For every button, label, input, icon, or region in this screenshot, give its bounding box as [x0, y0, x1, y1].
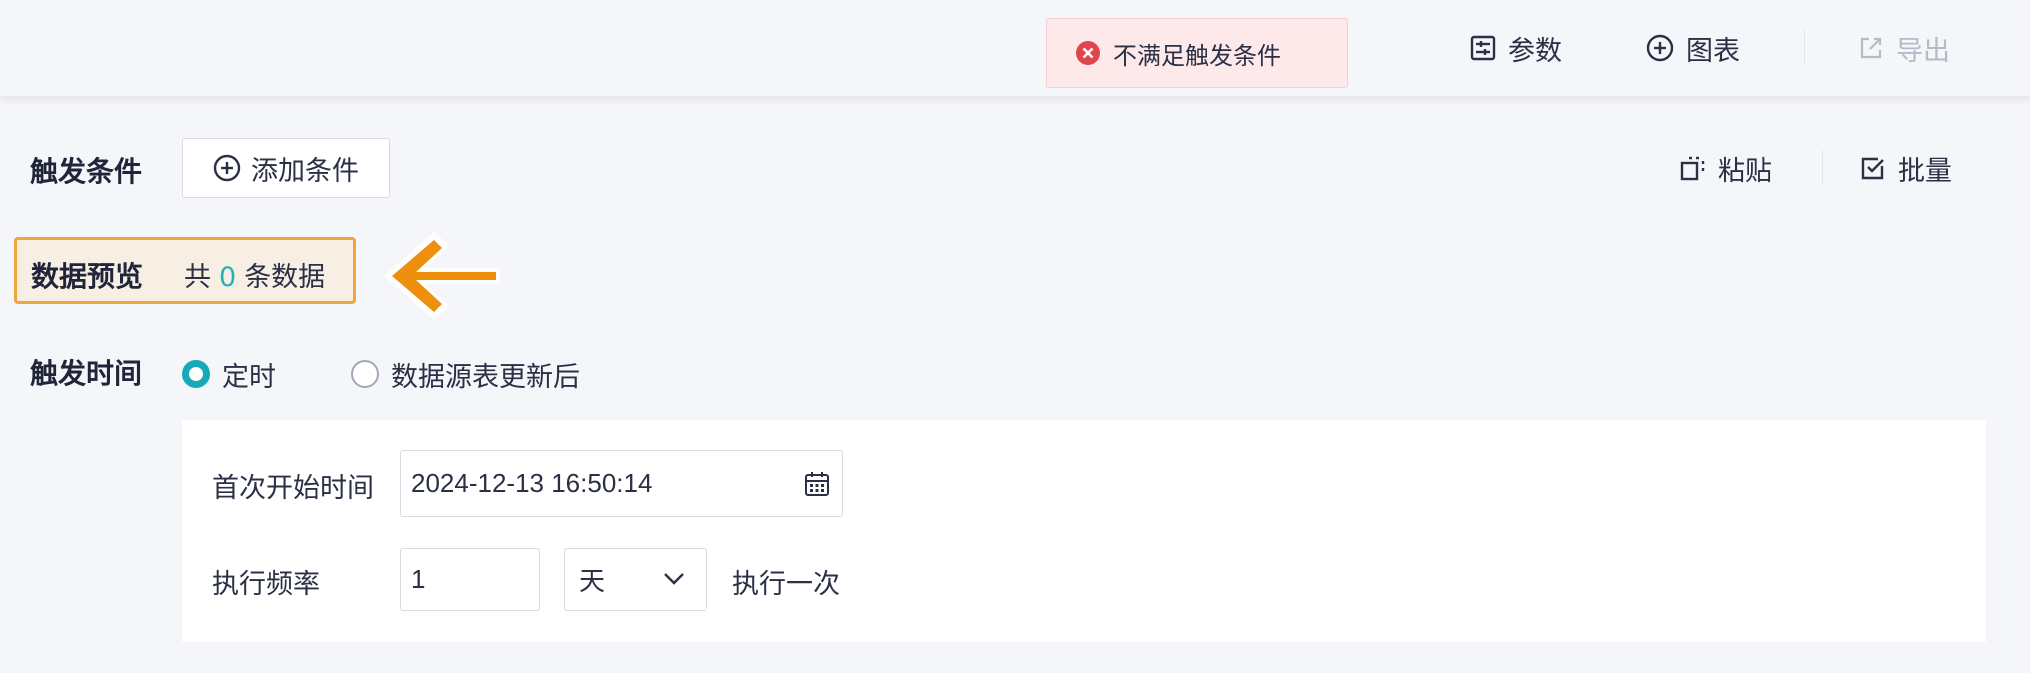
paste-label: 粘贴 — [1718, 155, 1772, 187]
batch-icon — [1861, 157, 1884, 180]
batch-button[interactable]: 批量 — [1860, 146, 1952, 190]
export-label: 导出 — [1896, 35, 1950, 67]
trigger-time-label: 触发时间 — [30, 357, 143, 390]
toast-message: 不满足触发条件 — [1113, 41, 1281, 70]
radio-scheduled[interactable]: 定时 — [182, 352, 276, 396]
error-icon — [1076, 41, 1100, 65]
data-preview-label: 数据预览 — [31, 260, 144, 293]
radio-checked-icon — [182, 360, 210, 388]
chart-label: 图表 — [1686, 35, 1740, 67]
data-preview-count: 共 0 条数据 — [184, 255, 325, 294]
toolbar-divider — [1804, 30, 1805, 64]
batch-label: 批量 — [1898, 155, 1952, 187]
trigger-condition-label: 触发条件 — [30, 155, 143, 188]
error-toast: 不满足触发条件 — [1046, 18, 1348, 88]
radio-scheduled-label: 定时 — [222, 361, 276, 393]
schedule-panel: 首次开始时间 2024-12-13 16:50:14 执行频率 1 天 执行一次 — [182, 420, 1986, 642]
frequency-unit-select[interactable]: 天 — [564, 548, 707, 611]
calendar-icon[interactable] — [804, 471, 830, 497]
radio-on-source-update[interactable]: 数据源表更新后 — [351, 352, 580, 396]
count-suffix: 条数据 — [244, 262, 326, 293]
count-prefix: 共 — [184, 262, 211, 293]
add-condition-label: 添加条件 — [251, 155, 359, 187]
chevron-down-icon — [664, 573, 684, 585]
params-icon — [1470, 35, 1496, 61]
count-value: 0 — [219, 262, 237, 293]
params-label: 参数 — [1508, 35, 1562, 67]
frequency-suffix: 执行一次 — [732, 569, 840, 600]
add-circle-icon — [213, 154, 241, 182]
params-button[interactable]: 参数 — [1470, 26, 1562, 70]
top-toolbar: 参数 图表 导出 — [0, 0, 2030, 97]
add-circle-icon — [1646, 34, 1674, 62]
start-time-value: 2024-12-13 16:50:14 — [411, 468, 653, 498]
radio-source-update-label: 数据源表更新后 — [391, 361, 580, 393]
tool-divider — [1822, 150, 1823, 184]
paste-button[interactable]: 粘贴 — [1680, 146, 1772, 190]
left-arrow-icon — [384, 232, 500, 320]
export-button[interactable]: 导出 — [1858, 26, 1950, 70]
frequency-value: 1 — [411, 564, 426, 594]
data-preview-highlight: 数据预览 共 0 条数据 — [14, 237, 356, 304]
frequency-unit-value: 天 — [579, 566, 606, 596]
chart-button[interactable]: 图表 — [1646, 26, 1740, 70]
frequency-input[interactable]: 1 — [400, 548, 540, 611]
start-time-input[interactable]: 2024-12-13 16:50:14 — [400, 450, 843, 517]
radio-unchecked-icon — [351, 360, 379, 388]
export-icon — [1860, 37, 1882, 59]
paste-icon — [1680, 156, 1705, 181]
start-time-label: 首次开始时间 — [212, 473, 374, 504]
add-condition-button[interactable]: 添加条件 — [182, 138, 390, 198]
frequency-label: 执行频率 — [212, 569, 320, 600]
